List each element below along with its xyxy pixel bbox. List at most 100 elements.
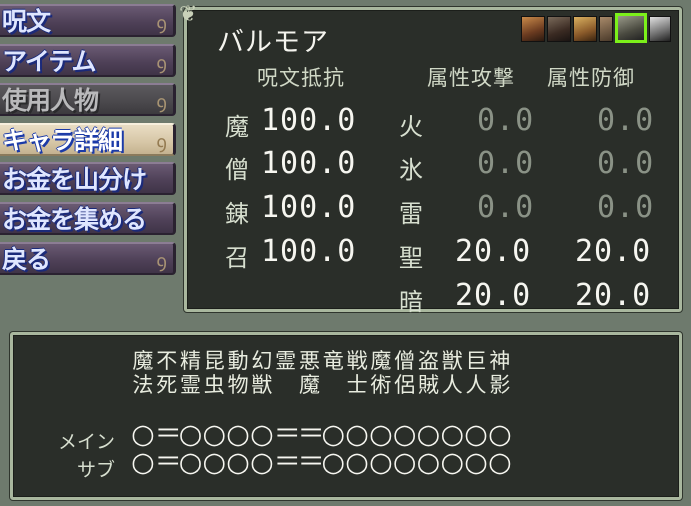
affinity-mark: ○ [321,447,346,478]
element-thunder: 雷 [399,200,423,228]
element-ice-attack: 0.0 [477,146,535,181]
menu-item-label: お金を山分け [2,165,147,195]
resist-school-summoner: 召 [225,244,249,272]
resist-value-priest: 100.0 [261,146,357,181]
resist-school-mage: 魔 [225,113,249,141]
category-label: 盗 [417,349,439,373]
menu-item-gather-gold[interactable]: お金を集める [0,201,176,235]
party-portrait[interactable] [599,16,613,42]
affinity-mark: ○ [464,447,488,478]
category-label: 魔 [132,349,154,373]
party-portrait[interactable] [521,16,545,42]
character-name: バルモア [217,27,329,58]
sub-class-label: サブ [76,459,115,481]
affinity-mark: ＝ [273,447,301,478]
element-dark: 暗 [399,288,423,316]
menu-item-item[interactable]: アイテム ꝯ [0,43,176,77]
element-fire-attack: 0.0 [477,103,535,138]
category-label: 昆 [203,349,225,373]
category-label: 僧 [394,349,416,373]
party-portraits [521,13,671,43]
affinity-mark: ○ [202,419,227,450]
category-label: 精 [179,349,201,373]
affinity-mark: ○ [250,447,274,478]
main-class-label: メイン [57,431,115,453]
ornament-icon: ꝯ [156,92,167,114]
menu-item-character-detail[interactable]: キャラ詳細 ꝯ [0,122,176,156]
element-holy-defense: 20.0 [575,234,652,269]
category-label: 虫 [203,373,225,397]
affinity-mark: ○ [369,447,393,478]
element-holy: 聖 [399,244,423,272]
affinity-mark: ○ [178,419,203,450]
resist-value-alchemist: 100.0 [261,190,357,225]
resist-value-summoner: 100.0 [261,234,357,269]
category-label: 侶 [394,373,416,397]
category-label: 幻 [251,349,273,373]
ornament-icon: ꝯ [156,13,167,34]
category-label: 霊 [179,373,201,397]
menu-item-label: お金を集める [2,204,147,234]
menu-item-label: 使用人物 [2,86,99,116]
affinity-mark: ＝ [154,447,182,478]
category-label: 術 [370,373,392,397]
element-dark-defense: 20.0 [575,278,652,313]
category-label: 動 [227,349,249,373]
affinity-mark: ○ [488,447,512,478]
party-portrait[interactable] [573,16,597,42]
menu-item-label: 呪文 [2,7,51,36]
element-fire: 火 [399,113,423,141]
category-label: 巨 [465,349,487,373]
category-label: 魔 [370,349,392,373]
element-defense-header: 属性防御 [547,66,635,90]
category-label: 獣 [251,373,273,397]
menu-item-spell[interactable]: 呪文 ꝯ [0,4,176,37]
category-label: 神 [489,349,511,373]
party-portrait-selected[interactable] [615,13,647,43]
category-row-top: 魔 不 精 昆 動 幻 霊 悪 竜 戦 魔 僧 盗 獣 巨 神 [131,349,512,373]
affinity-mark: ○ [440,447,465,478]
category-label [274,373,298,397]
element-holy-attack: 20.0 [455,234,532,269]
category-label: 竜 [322,349,344,373]
category-label: 死 [156,373,178,397]
menu-item-label: 戻る [2,244,51,274]
command-menu: 呪文 ꝯ アイテム ꝯ 使用人物 ꝯ キャラ詳細 ꝯ お金を山分け お金を集める… [0,4,176,281]
party-portrait[interactable] [547,16,571,42]
category-label: 不 [156,349,178,373]
menu-item-back[interactable]: 戻る ꝯ [0,241,176,275]
category-label [321,373,345,397]
party-portrait[interactable] [649,16,671,42]
category-label: 法 [132,373,154,397]
resist-school-priest: 僧 [225,156,249,184]
menu-item-label: キャラ詳細 [2,125,123,155]
affinity-mark: ○ [488,419,512,450]
affinity-mark: ○ [131,447,155,478]
element-thunder-defense: 0.0 [597,190,655,225]
character-detail-panel: ❦ バルモア 呪文抵抗 属性攻撃 属性防御 魔 100.0 僧 100.0 錬 … [179,2,682,316]
ornament-icon: ꝯ [156,250,167,272]
affinity-mark: ○ [321,419,346,450]
corner-ornament-icon: ❦ [179,2,198,27]
affinity-mark: ○ [178,447,203,478]
ornament-icon: ꝯ [156,52,167,74]
category-label: 魔 [298,373,320,397]
sub-class-marks: ○ ＝ ○ ○ ○ ○ ＝ ＝ ○ ○ ○ ○ ○ ○ ○ ○ [131,449,512,477]
affinity-mark: ○ [202,447,227,478]
affinity-mark: ＝ [154,419,182,450]
affinity-mark: ○ [131,419,155,450]
category-label: 獣 [441,349,463,373]
spell-resist-header: 呪文抵抗 [257,66,345,90]
main-class-marks: ○ ＝ ○ ○ ○ ○ ＝ ＝ ○ ○ ○ ○ ○ ○ ○ ○ [131,421,512,449]
element-attack-header: 属性攻撃 [427,66,515,90]
resist-school-alchemist: 錬 [225,200,249,228]
menu-item-user[interactable]: 使用人物 ꝯ [0,83,176,117]
menu-item-split-gold[interactable]: お金を山分け [0,162,176,196]
affinity-mark: ○ [345,419,369,450]
element-ice: 氷 [399,156,423,184]
class-affinity-panel: 魔 不 精 昆 動 幻 霊 悪 竜 戦 魔 僧 盗 獣 巨 神 法 死 霊 虫 … [10,332,682,500]
category-label: 悪 [298,349,320,373]
element-fire-defense: 0.0 [597,103,655,138]
affinity-mark: ○ [345,447,369,478]
affinity-mark: ○ [440,419,465,450]
